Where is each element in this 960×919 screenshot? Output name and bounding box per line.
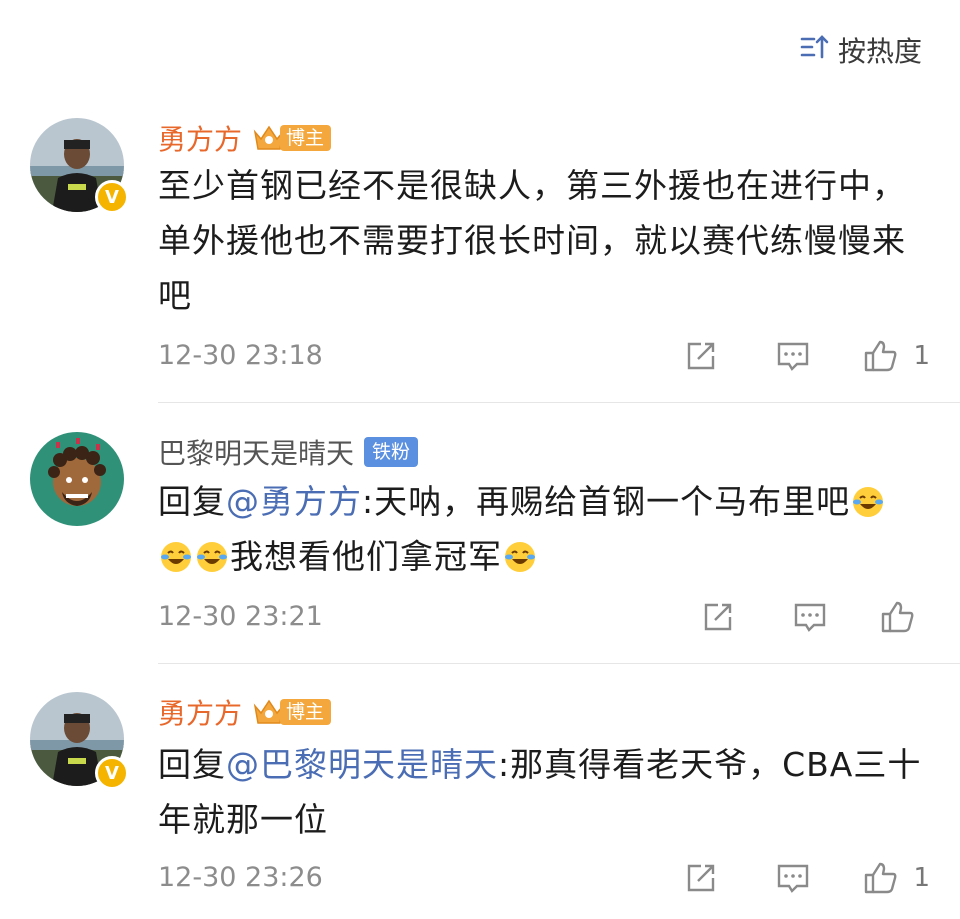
like-button[interactable]	[880, 599, 930, 635]
sort-icon	[800, 32, 830, 69]
mention-link[interactable]: @勇方方	[226, 482, 362, 521]
share-button[interactable]	[683, 860, 719, 896]
verified-icon: V	[95, 756, 129, 790]
blogger-badge: 博主	[252, 123, 332, 153]
share-icon	[704, 603, 732, 631]
reply-button[interactable]	[775, 338, 811, 374]
like-count: 1	[913, 863, 930, 893]
thumbs-up-icon	[865, 340, 897, 372]
share-button[interactable]	[700, 599, 736, 635]
comment-text: 至少首钢已经不是很缺人，第三外援也在进行中，单外援他也不需要打很长时间，就以赛代…	[158, 166, 906, 315]
divider	[158, 402, 960, 403]
comment-username[interactable]: 巴黎明天是晴天	[158, 432, 354, 472]
reply-button[interactable]	[792, 599, 828, 635]
laugh-cry-emoji	[197, 542, 227, 572]
share-button[interactable]	[683, 338, 719, 374]
comment-time: 12-30 23:26	[158, 862, 323, 893]
comment-text: 回复@巴黎明天是晴天:那真得看老天爷，CBA三十年就那一位	[158, 745, 922, 839]
reply-button[interactable]	[775, 860, 811, 896]
comment-icon	[778, 342, 809, 371]
blogger-badge: 博主	[252, 697, 332, 727]
comment-username[interactable]: 勇方方	[158, 692, 242, 732]
like-count: 1	[913, 341, 930, 371]
comment-icon	[778, 864, 809, 893]
laugh-cry-emoji	[505, 542, 535, 572]
comment-text: 回复@勇方方:天呐，再赐给首钢一个马布里吧 我想看他们拿冠军	[158, 474, 938, 584]
verified-icon: V	[95, 180, 129, 214]
share-icon	[688, 864, 715, 892]
divider	[158, 663, 960, 664]
fan-badge: 铁粉	[364, 437, 419, 467]
comment-time: 12-30 23:18	[158, 340, 323, 371]
thumbs-up-icon	[881, 601, 914, 633]
share-icon	[688, 342, 715, 370]
comment-time: 12-30 23:21	[158, 601, 323, 632]
laugh-cry-emoji	[161, 542, 191, 572]
like-button[interactable]: 1	[863, 860, 930, 896]
like-button[interactable]: 1	[863, 338, 930, 374]
comment-icon	[794, 603, 826, 632]
mention-link[interactable]: @巴黎明天是晴天	[226, 745, 498, 784]
laugh-cry-emoji	[853, 487, 884, 517]
sort-label: 按热度	[837, 35, 922, 68]
avatar[interactable]	[30, 432, 124, 526]
comment-username[interactable]: 勇方方	[158, 118, 242, 158]
thumbs-up-icon	[865, 862, 897, 894]
sort-by-heat-button[interactable]: 按热度	[800, 30, 922, 70]
